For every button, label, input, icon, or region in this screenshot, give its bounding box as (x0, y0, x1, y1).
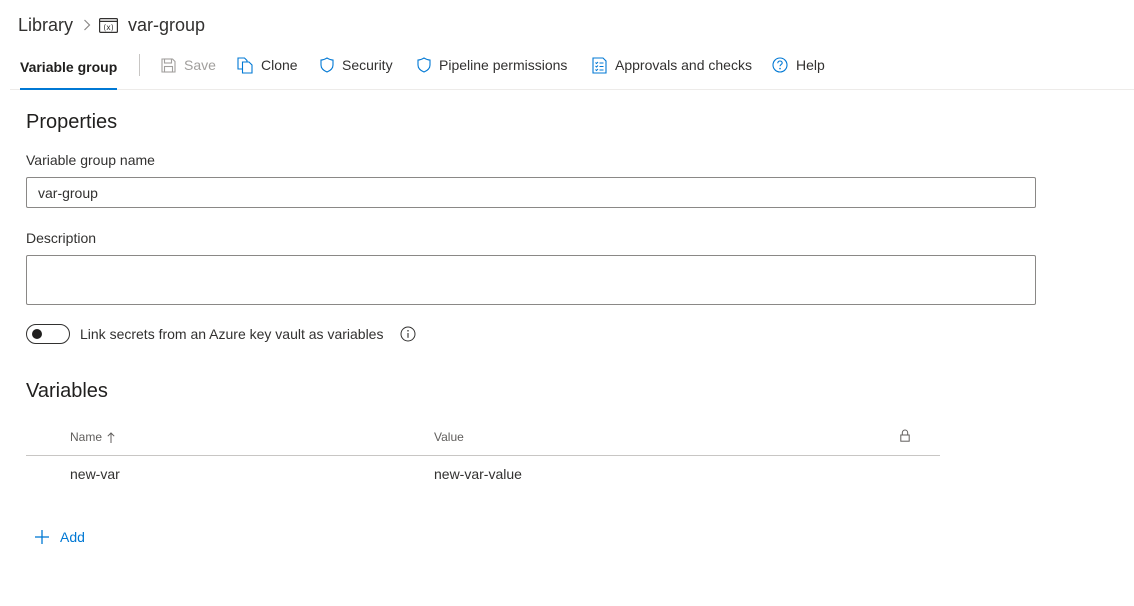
table-row[interactable]: new-var new-var-value (26, 456, 940, 492)
shield-icon (417, 57, 431, 73)
variable-name-cell: new-var (70, 466, 120, 482)
key-vault-toggle[interactable] (26, 324, 70, 344)
security-button[interactable]: Security (320, 54, 393, 76)
toolbar-divider (139, 54, 140, 76)
checklist-icon (592, 56, 607, 74)
svg-text:(x): (x) (103, 23, 113, 32)
save-icon (161, 57, 176, 73)
column-header-name-label: Name (70, 430, 103, 444)
description-input[interactable] (26, 255, 1036, 305)
shield-icon (320, 57, 334, 73)
save-button[interactable]: Save (161, 54, 216, 76)
info-icon[interactable] (400, 326, 416, 342)
variable-group-name-label: Variable group name (26, 152, 155, 168)
variable-value-cell: new-var-value (434, 466, 522, 482)
table-header: Name Value (26, 418, 940, 456)
approvals-and-checks-button[interactable]: Approvals and checks (592, 54, 752, 76)
column-header-name[interactable]: Name (70, 430, 115, 444)
pipeline-permissions-label: Pipeline permissions (439, 57, 568, 73)
save-label: Save (184, 57, 216, 73)
description-label: Description (26, 230, 97, 246)
variable-group-icon: (x) (99, 17, 119, 33)
column-header-value[interactable]: Value (434, 430, 464, 444)
key-vault-toggle-row: Link secrets from an Azure key vault as … (26, 324, 416, 344)
key-vault-toggle-label: Link secrets from an Azure key vault as … (80, 326, 384, 342)
breadcrumb: Library (x) var-group (18, 12, 205, 38)
sort-ascending-icon (107, 431, 115, 443)
plus-icon (34, 529, 50, 545)
add-variable-label: Add (60, 529, 85, 545)
tab-variable-group[interactable]: Variable group (20, 44, 118, 90)
variables-table: Name Value new-var new-var-value (26, 418, 940, 492)
help-label: Help (796, 57, 825, 73)
add-variable-button[interactable]: Add (34, 527, 85, 547)
help-icon (772, 57, 788, 73)
approvals-and-checks-label: Approvals and checks (615, 57, 752, 73)
toggle-knob (32, 329, 42, 339)
clone-label: Clone (261, 57, 298, 73)
variable-group-name-input[interactable] (26, 177, 1036, 208)
pipeline-permissions-button[interactable]: Pipeline permissions (417, 54, 567, 76)
help-button[interactable]: Help (772, 54, 825, 76)
page-title: var-group (128, 14, 206, 35)
chevron-right-icon (83, 19, 91, 31)
security-label: Security (342, 57, 393, 73)
breadcrumb-library-link[interactable]: Library (18, 15, 73, 36)
toolbar: Variable group Save Clone Security Pipel… (10, 44, 1134, 90)
lock-icon (900, 429, 910, 445)
clone-icon (237, 56, 253, 74)
properties-heading: Properties (26, 111, 118, 133)
variables-heading: Variables (26, 380, 108, 402)
clone-button[interactable]: Clone (237, 54, 298, 76)
